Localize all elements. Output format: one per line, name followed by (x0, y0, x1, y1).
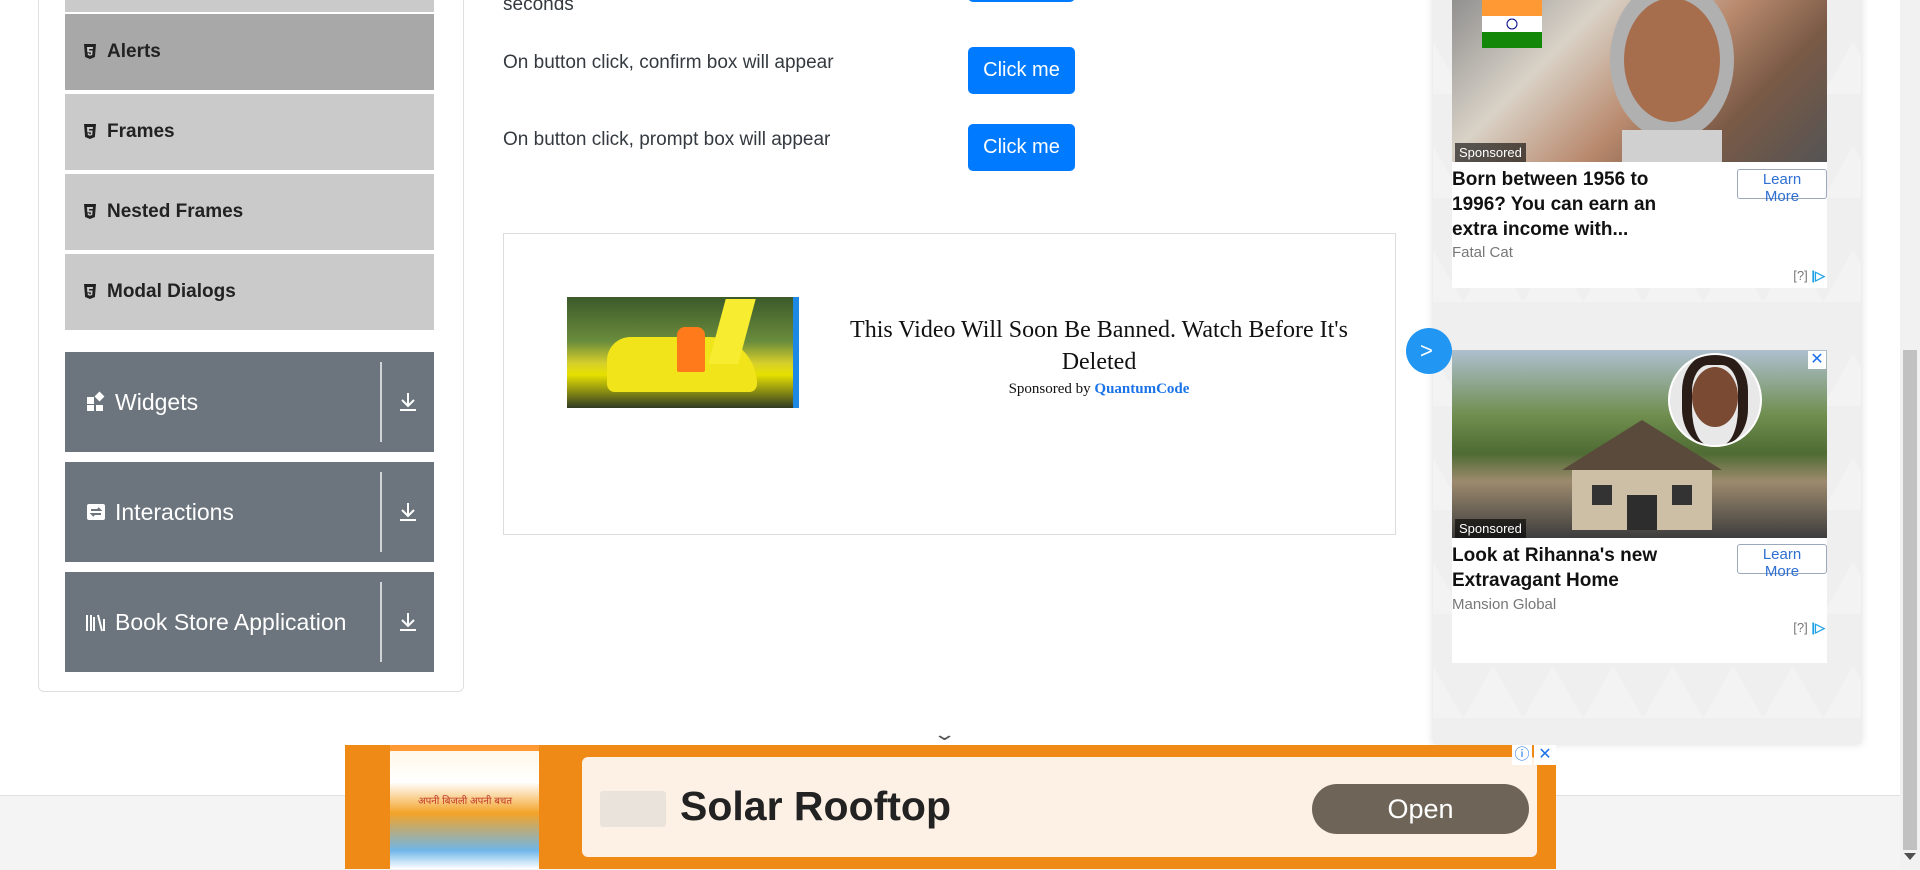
adchoice-label: [?] (1793, 620, 1808, 635)
ad-image[interactable]: Sponsored (1452, 350, 1827, 538)
ad-title[interactable]: Look at Rihanna's new Extravagant Home (1452, 543, 1702, 593)
ad-headline[interactable]: Solar Rooftop (680, 783, 951, 830)
learn-more-button[interactable]: Learn More (1737, 544, 1827, 580)
interactions-icon (87, 504, 105, 520)
download-icon[interactable] (382, 352, 434, 452)
close-icon[interactable]: ✕ (1534, 745, 1556, 765)
ad-brand-link[interactable]: QuantumCode (1094, 381, 1189, 397)
group-label: Book Store Application (115, 608, 347, 635)
open-button[interactable]: Open (1312, 784, 1529, 834)
person-shape (677, 327, 705, 372)
group-label: Interactions (115, 498, 234, 525)
emblem-logo (600, 791, 666, 827)
sponsored-ad-banner[interactable]: This Video Will Soon Be Banned. Watch Be… (503, 233, 1396, 535)
sidebar-item-modal-dialogs[interactable]: Modal Dialogs (65, 252, 434, 330)
group-label: Widgets (115, 388, 199, 415)
sidebar-item-label: Nested Frames (107, 201, 244, 222)
portrait-shape (1610, 0, 1734, 162)
sponsored-tag: Sponsored (1455, 143, 1526, 162)
ad-poster-image[interactable]: अपनी बिजली अपनी बचत (390, 745, 539, 869)
avatar (1668, 353, 1762, 447)
learn-more-button[interactable]: Learn More (1737, 169, 1827, 205)
poster-text: अपनी बिजली अपनी बचत (417, 796, 513, 807)
sidebar-group-book-store[interactable]: Book Store Application (65, 572, 434, 672)
html5-icon (84, 204, 96, 219)
sidebar-item-label: Frames (107, 121, 175, 142)
right-ad-card-1[interactable]: Sponsored Born between 1956 to 1996? You… (1452, 0, 1827, 288)
sidebar-group-widgets[interactable]: Widgets (65, 352, 434, 452)
sidebar-item-label: Modal Dialogs (107, 281, 236, 302)
sidebar-item-label: Alerts (107, 41, 161, 62)
sponsored-by-label: Sponsored by (1008, 381, 1091, 397)
arrow-label: > (1420, 338, 1433, 363)
ad-panel[interactable]: Solar Rooftop Open (582, 757, 1537, 857)
prompt-description: On button click, prompt box will appear (503, 129, 831, 150)
confirm-button[interactable]: Click me (968, 47, 1075, 94)
adchoices-icon[interactable]: [?] |▷ (1793, 620, 1825, 636)
next-arrow-button[interactable]: > (1406, 328, 1452, 374)
download-icon[interactable] (382, 462, 434, 562)
flag-stripe (390, 745, 539, 751)
ad-brand: Fatal Cat (1452, 244, 1513, 261)
sidebar-item-previous[interactable] (65, 0, 434, 12)
adchoices-icon[interactable]: [?] |▷ (1793, 268, 1825, 284)
sponsored-tag: Sponsored (1455, 519, 1526, 538)
ad-headline[interactable]: This Video Will Soon Be Banned. Watch Be… (834, 314, 1364, 378)
prompt-button[interactable]: Click me (968, 124, 1075, 171)
adchoice-label: [?] (1793, 268, 1808, 283)
sidebar-item-alerts[interactable]: Alerts (65, 12, 434, 90)
html5-icon (84, 124, 96, 139)
info-icon[interactable]: ⓘ (1512, 745, 1532, 765)
books-icon (86, 614, 105, 632)
flag-icon (1482, 0, 1542, 48)
download-icon[interactable] (382, 572, 434, 672)
sidebar-group-interactions[interactable]: Interactions (65, 462, 434, 562)
row-description: seconds (503, 0, 574, 15)
confirm-description: On button click, confirm box will appear (503, 52, 834, 73)
chevron-down-icon[interactable]: ⌄ (932, 724, 956, 745)
adchoices-triangle-icon: |▷ (1811, 620, 1825, 635)
ad-brand: Mansion Global (1452, 596, 1557, 613)
ad-title[interactable]: Born between 1956 to 1996? You can earn … (1452, 167, 1702, 242)
widgets-icon (87, 391, 105, 411)
html5-icon (84, 44, 96, 59)
car-door-shape (708, 299, 756, 364)
ad-image[interactable]: Sponsored (1452, 0, 1827, 162)
scroll-down-arrow-icon[interactable] (1904, 853, 1916, 860)
click-me-button[interactable] (968, 0, 1075, 2)
ad-thumbnail[interactable] (567, 297, 799, 408)
bottom-ad-banner[interactable]: अपनी बिजली अपनी बचत Solar Rooftop Open ⓘ… (345, 745, 1556, 869)
ad-sponsor-line: Sponsored by QuantumCode (834, 381, 1364, 398)
right-ad-card-2[interactable]: Sponsored Look at Rihanna's new Extravag… (1452, 350, 1827, 663)
html5-icon (84, 284, 96, 299)
sidebar-item-nested-frames[interactable]: Nested Frames (65, 172, 434, 250)
close-icon[interactable]: ✕ (1808, 351, 1826, 369)
scrollbar-thumb[interactable] (1903, 350, 1917, 850)
sidebar-item-frames[interactable]: Frames (65, 92, 434, 170)
adchoices-triangle-icon: |▷ (1811, 268, 1825, 283)
